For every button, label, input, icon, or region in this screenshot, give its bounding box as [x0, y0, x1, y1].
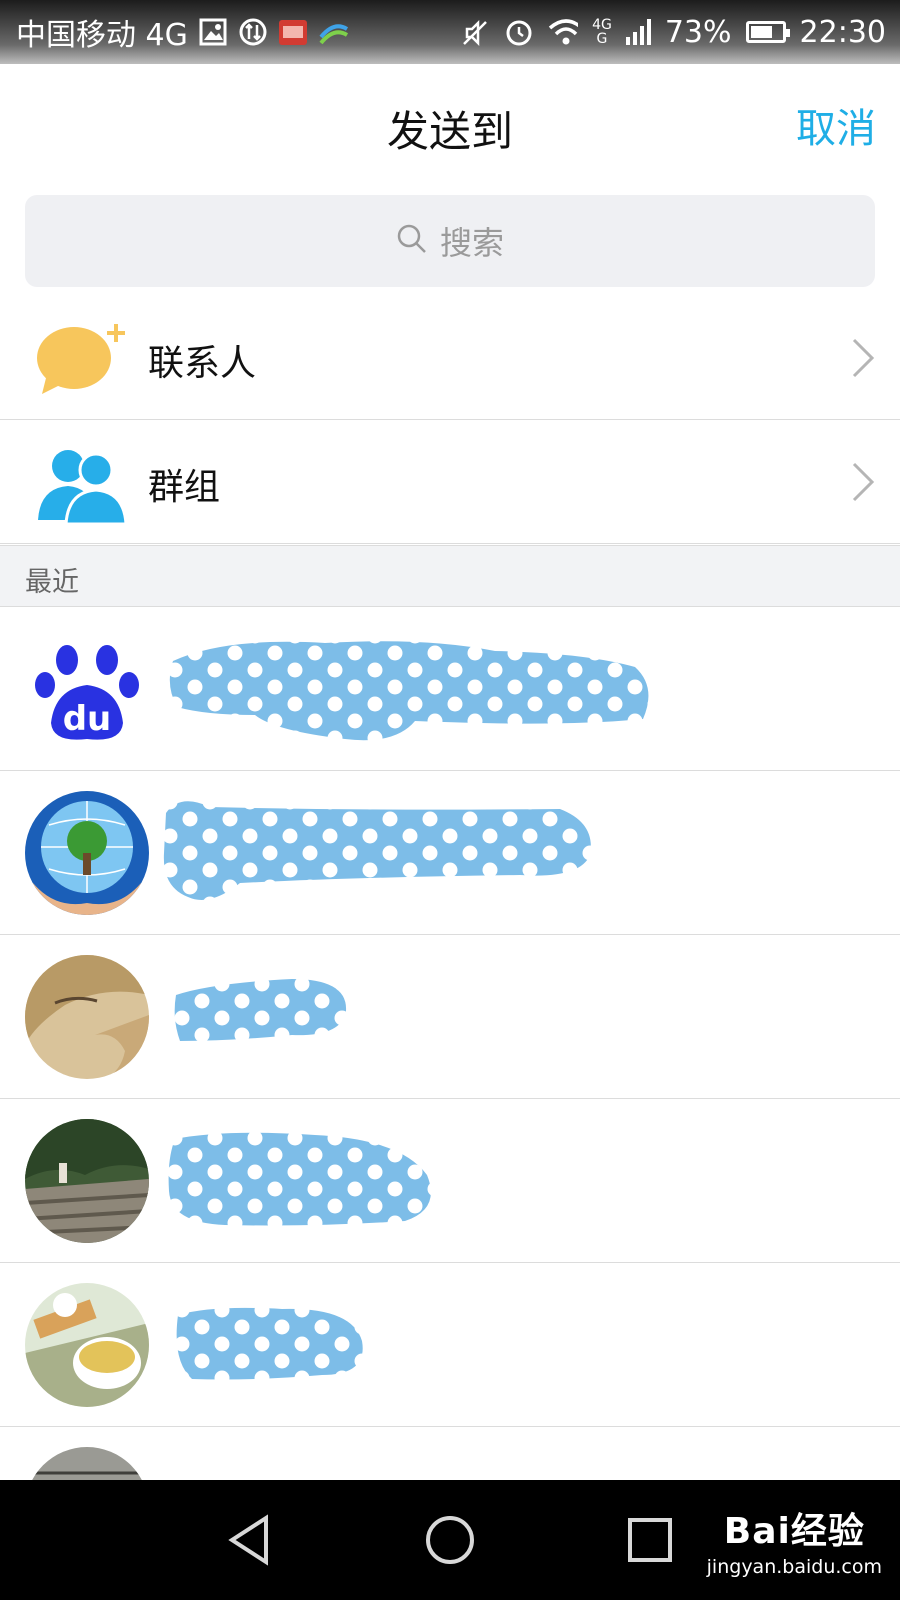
redacted-name	[168, 1132, 431, 1226]
avatar	[25, 1119, 149, 1243]
battery-icon	[745, 21, 790, 43]
money-locker-icon	[278, 17, 308, 47]
search-placeholder: 搜索	[439, 224, 504, 262]
contact-row[interactable]	[0, 1099, 900, 1263]
gallery-icon	[198, 17, 228, 47]
recent-section-header: 最近	[0, 545, 900, 607]
search-icon	[396, 223, 428, 259]
menu-item-label: 群组	[148, 467, 221, 508]
carrier-label: 中国移动 4G	[16, 18, 188, 53]
section-label: 最近	[25, 567, 79, 598]
avatar	[25, 955, 149, 1079]
redacted-name	[174, 979, 347, 1041]
contact-row[interactable]	[0, 935, 900, 1099]
chevron-right-icon	[850, 336, 876, 380]
menu-item-label: 联系人	[148, 343, 257, 384]
mute-icon	[460, 17, 490, 47]
wifi-icon	[548, 17, 579, 47]
home-icon[interactable]	[420, 1510, 480, 1570]
redacted-name	[176, 1307, 363, 1380]
header-bar: 发送到 取消	[0, 64, 900, 184]
battery-percent: 73%	[664, 14, 732, 50]
clock: 22:30	[799, 14, 886, 50]
redacted-name	[169, 641, 649, 741]
status-bar: 中国移动 4G 4G G 73% 22:30	[0, 0, 900, 64]
contact-row[interactable]: du	[0, 607, 900, 771]
back-icon[interactable]	[220, 1510, 280, 1570]
avatar	[25, 1283, 149, 1407]
cancel-button[interactable]: 取消	[796, 96, 876, 154]
svg-text:du: du	[63, 699, 112, 739]
avatar	[25, 791, 149, 915]
recents-icon[interactable]	[620, 1510, 680, 1570]
page-title: 发送到	[386, 107, 513, 156]
system-nav-bar: Bai经验 jingyan.baidu.com	[0, 1480, 900, 1600]
app-logo-icon	[318, 17, 348, 47]
chevron-right-icon	[850, 460, 876, 504]
contact-row[interactable]	[0, 1263, 900, 1427]
baidu-jingyan-watermark: Bai经验 jingyan.baidu.com	[706, 1511, 882, 1578]
menu-item-groups[interactable]: 群组	[0, 420, 900, 544]
data-transfer-icon	[238, 17, 268, 47]
chat-bubble-add-icon	[36, 318, 126, 398]
menu-item-contacts[interactable]: 联系人	[0, 296, 900, 420]
search-input[interactable]: 搜索	[25, 195, 875, 287]
avatar: du	[25, 627, 149, 751]
group-icon	[36, 442, 128, 526]
signal-icon	[625, 19, 651, 45]
contact-row[interactable]	[0, 771, 900, 935]
alarm-icon	[504, 17, 534, 47]
network-type-label: 4G G	[592, 17, 612, 47]
redacted-name	[163, 801, 591, 900]
